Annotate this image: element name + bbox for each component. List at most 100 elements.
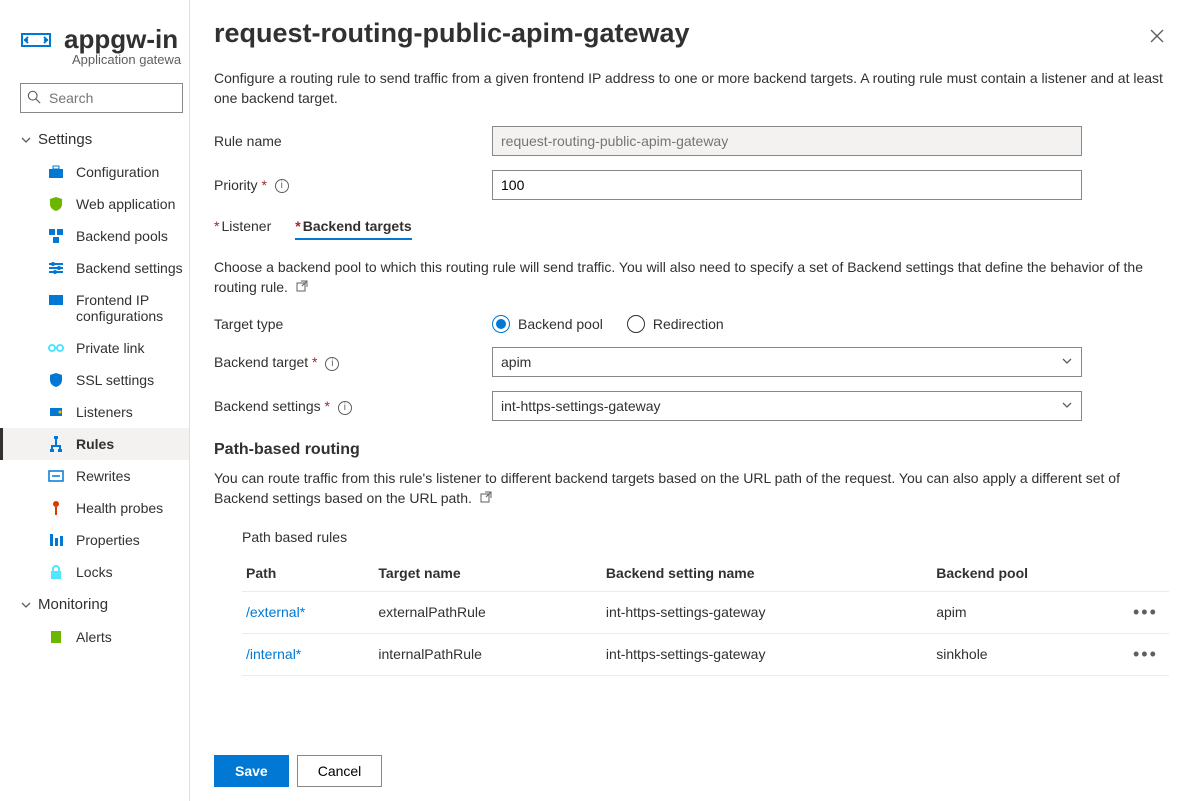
backend-desc: Choose a backend pool to which this rout…: [214, 258, 1169, 297]
cell-target: externalPathRule: [374, 591, 602, 633]
nav-properties[interactable]: Properties: [0, 524, 189, 556]
tab-listener[interactable]: *Listener: [214, 214, 271, 240]
label-backend-settings: Backend settings * i: [214, 398, 492, 414]
table-header-row: Path Target name Backend setting name Ba…: [242, 555, 1169, 592]
col-path[interactable]: Path: [242, 555, 374, 592]
radio-dot-icon: [627, 315, 645, 333]
chevron-down-icon: [1061, 354, 1073, 370]
row-more-button[interactable]: •••: [1133, 602, 1158, 622]
cancel-button[interactable]: Cancel: [297, 755, 383, 787]
backend-settings-select[interactable]: int-https-settings-gateway: [492, 391, 1082, 421]
nav-label: Frontend IPconfigurations: [76, 292, 163, 324]
ip-icon: [48, 292, 64, 308]
col-setting[interactable]: Backend setting name: [602, 555, 932, 592]
path-rules-table-wrap: Path based rules Path Target name Backen…: [214, 529, 1169, 676]
select-value: int-https-settings-gateway: [501, 398, 661, 414]
nav-health[interactable]: Health probes: [0, 492, 189, 524]
nav-waf[interactable]: Web application: [0, 188, 189, 220]
search-icon: [27, 90, 41, 107]
info-icon[interactable]: i: [338, 401, 352, 415]
tab-backend-targets[interactable]: *Backend targets: [295, 214, 411, 240]
page-title: appgw-in: [64, 24, 178, 55]
nav-listeners[interactable]: Listeners: [0, 396, 189, 428]
briefcase-icon: [48, 164, 64, 180]
rewrites-icon: [48, 468, 64, 484]
panel-title: request-routing-public-apim-gateway: [214, 18, 1169, 49]
listener-icon: [48, 404, 64, 420]
nav-backend-pools[interactable]: Backend pools: [0, 220, 189, 252]
col-pool[interactable]: Backend pool: [932, 555, 1129, 592]
radio-redirection[interactable]: Redirection: [627, 315, 724, 333]
nav-label: Listeners: [76, 404, 133, 420]
rule-name-input: [492, 126, 1082, 156]
lock-icon: [48, 564, 64, 580]
tabs: *Listener *Backend targets: [214, 214, 1169, 240]
target-type-radio-group: Backend pool Redirection: [492, 315, 724, 333]
sidebar-search[interactable]: [20, 83, 183, 113]
label-target-type: Target type: [214, 316, 492, 332]
nav-label: Backend pools: [76, 228, 168, 244]
nav-label: Configuration: [76, 164, 159, 180]
path-routing-heading: Path-based routing: [214, 441, 1169, 459]
path-routing-desc: You can route traffic from this rule's l…: [214, 469, 1169, 508]
col-target[interactable]: Target name: [374, 555, 602, 592]
close-button[interactable]: [1149, 28, 1169, 48]
nav-locks[interactable]: Locks: [0, 556, 189, 588]
path-link[interactable]: /internal*: [246, 646, 301, 662]
nav-backend-settings[interactable]: Backend settings: [0, 252, 189, 284]
nav-alerts[interactable]: Alerts: [0, 621, 189, 653]
search-input[interactable]: [47, 89, 176, 107]
sidebar: appgw-in Application gatewa Settings Con…: [0, 0, 190, 801]
nav-configuration[interactable]: Configuration: [0, 156, 189, 188]
nav-private-link[interactable]: Private link: [0, 332, 189, 364]
external-link-icon[interactable]: [480, 489, 492, 509]
cell-pool: apim: [932, 591, 1129, 633]
nav-label: Locks: [76, 564, 113, 580]
cell-setting: int-https-settings-gateway: [602, 633, 932, 675]
label-rule-name: Rule name: [214, 133, 492, 149]
row-more-button[interactable]: •••: [1133, 644, 1158, 664]
nav-ssl[interactable]: SSL settings: [0, 364, 189, 396]
table-row: /internal* internalPathRule int-https-se…: [242, 633, 1169, 675]
nav-label: Alerts: [76, 629, 112, 645]
close-icon: [1149, 28, 1165, 44]
pools-icon: [48, 228, 64, 244]
table-title: Path based rules: [242, 529, 1169, 555]
select-value: apim: [501, 354, 531, 370]
chevron-down-icon: [20, 599, 32, 611]
label-backend-target: Backend target * i: [214, 354, 492, 370]
nav-label: Health probes: [76, 500, 163, 516]
health-icon: [48, 500, 64, 516]
nav-label: Web application: [76, 196, 175, 212]
link-icon: [48, 340, 64, 356]
nav-label: Rewrites: [76, 468, 130, 484]
external-link-icon[interactable]: [296, 278, 308, 298]
cell-pool: sinkhole: [932, 633, 1129, 675]
cell-target: internalPathRule: [374, 633, 602, 675]
nav-label: Private link: [76, 340, 144, 356]
rules-icon: [48, 436, 64, 452]
nav-frontend-ip[interactable]: Frontend IPconfigurations: [0, 284, 189, 332]
path-link[interactable]: /external*: [246, 604, 305, 620]
appgw-icon: [20, 24, 52, 56]
section-monitoring-label: Monitoring: [38, 596, 108, 613]
nav-rewrites[interactable]: Rewrites: [0, 460, 189, 492]
nav-label: SSL settings: [76, 372, 154, 388]
info-icon[interactable]: i: [325, 357, 339, 371]
section-monitoring[interactable]: Monitoring: [0, 588, 189, 621]
backend-target-select[interactable]: apim: [492, 347, 1082, 377]
shield-lock-icon: [48, 372, 64, 388]
nav-rules[interactable]: Rules: [0, 428, 189, 460]
chevron-down-icon: [20, 134, 32, 146]
nav-label: Backend settings: [76, 260, 183, 276]
priority-input[interactable]: [492, 170, 1082, 200]
save-button[interactable]: Save: [214, 755, 289, 787]
detail-panel: request-routing-public-apim-gateway Conf…: [190, 0, 1193, 801]
section-settings[interactable]: Settings: [0, 123, 189, 156]
properties-icon: [48, 532, 64, 548]
nav-label: Rules: [76, 436, 114, 452]
radio-backend-pool[interactable]: Backend pool: [492, 315, 603, 333]
label-priority: Priority * i: [214, 177, 492, 193]
sliders-icon: [48, 260, 64, 276]
info-icon[interactable]: i: [275, 179, 289, 193]
